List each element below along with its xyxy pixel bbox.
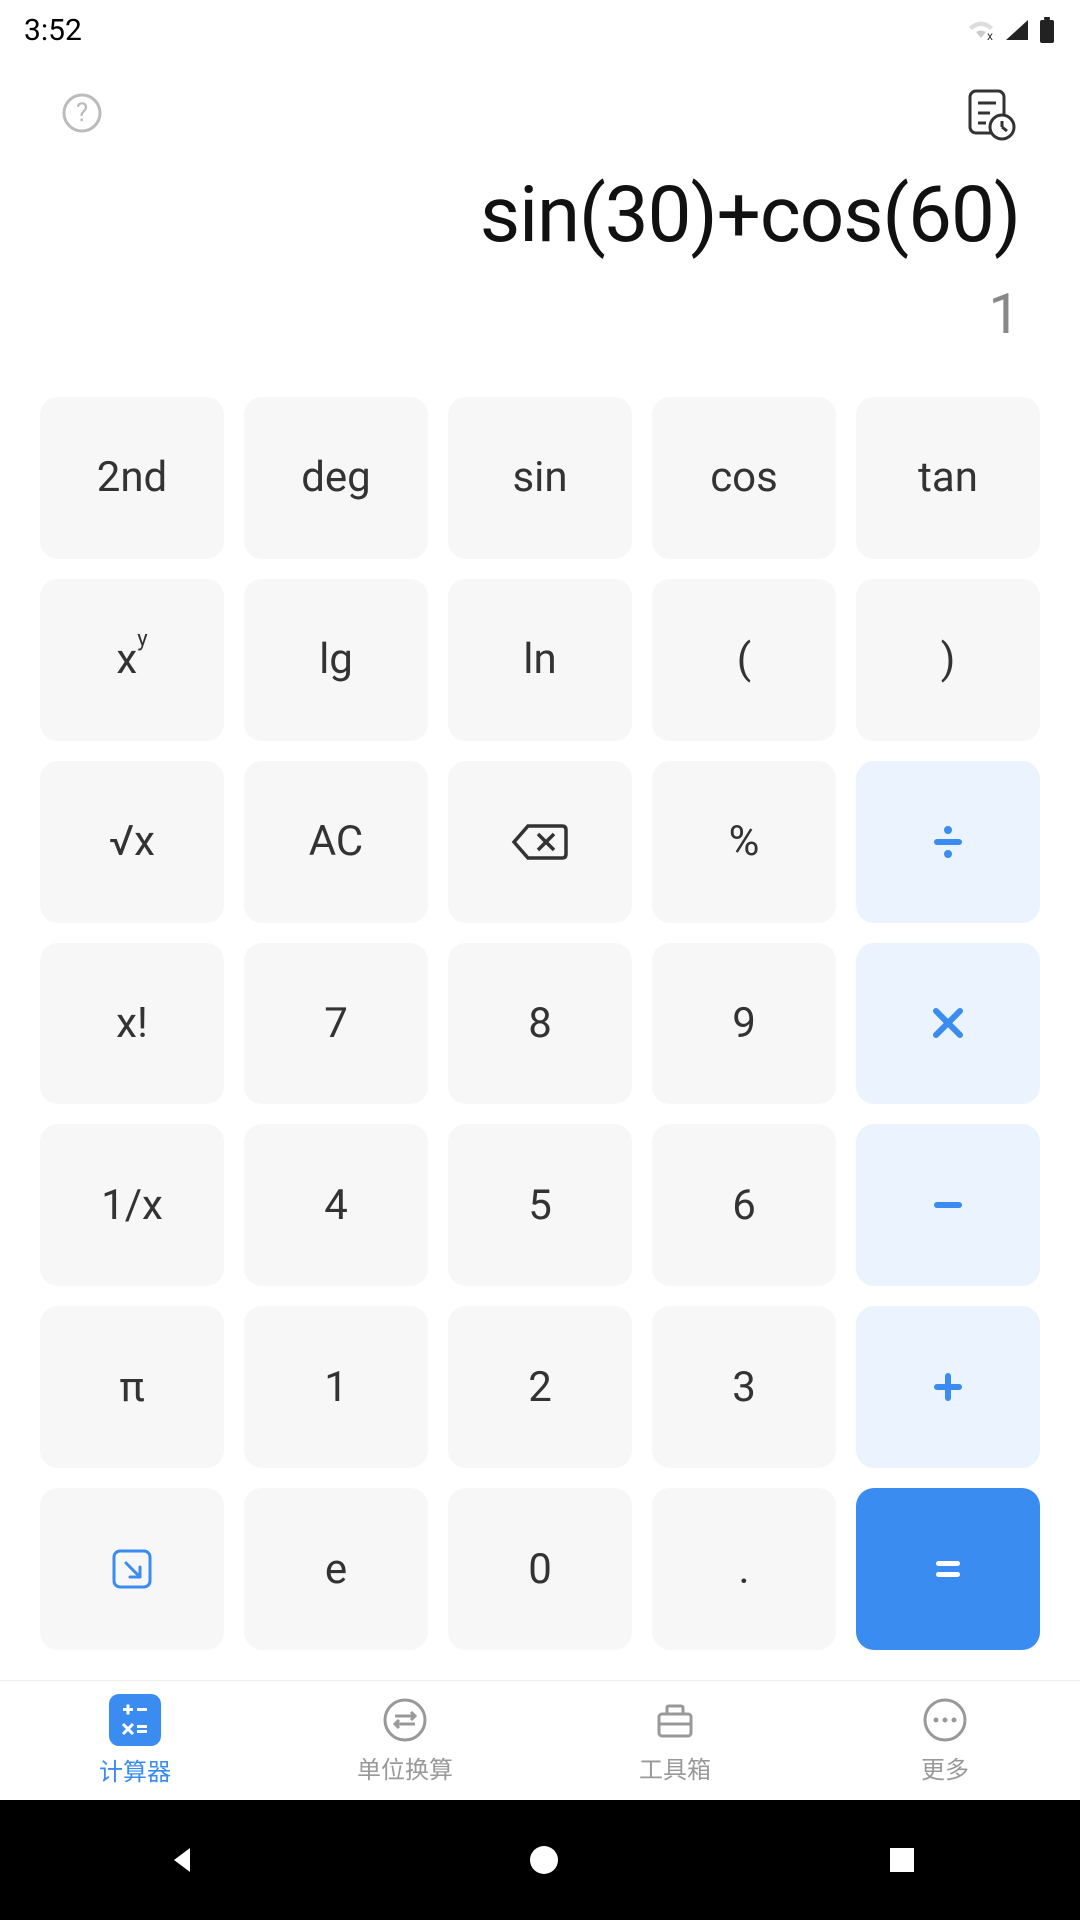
battery-icon — [1038, 16, 1056, 44]
nav-label: 工具箱 — [639, 1750, 711, 1785]
bottom-nav: 计算器 单位换算 工具箱 更多 — [0, 1680, 1080, 1800]
key-tan[interactable]: tan — [856, 397, 1040, 559]
history-button[interactable] — [960, 83, 1020, 147]
minus-icon — [930, 1187, 966, 1223]
key-reciprocal[interactable]: 1/x — [40, 1124, 224, 1286]
history-icon — [960, 83, 1020, 143]
nav-label: 计算器 — [99, 1752, 171, 1787]
collapse-icon — [108, 1545, 156, 1593]
backspace-icon — [510, 820, 570, 864]
key-divide[interactable] — [856, 761, 1040, 923]
back-button[interactable] — [162, 1840, 202, 1880]
nav-calculator[interactable]: 计算器 — [0, 1681, 270, 1800]
nav-toolbox[interactable]: 工具箱 — [540, 1681, 810, 1800]
home-button[interactable] — [526, 1842, 562, 1878]
display: sin(30)+cos(60) 1 — [0, 170, 1080, 377]
more-icon — [921, 1696, 969, 1744]
nav-more[interactable]: 更多 — [810, 1681, 1080, 1800]
svg-text:x: x — [987, 29, 993, 42]
key-2nd[interactable]: 2nd — [40, 397, 224, 559]
status-bar: 3:52 x — [0, 0, 1080, 60]
key-collapse[interactable] — [40, 1488, 224, 1650]
help-button[interactable]: ? — [60, 91, 104, 139]
help-icon: ? — [60, 91, 104, 135]
key-lg[interactable]: lg — [244, 579, 428, 741]
multiply-icon — [930, 1005, 966, 1041]
square-recent-icon — [886, 1844, 918, 1876]
circle-home-icon — [526, 1842, 562, 1878]
svg-text:?: ? — [76, 98, 88, 128]
key-dot[interactable]: . — [652, 1488, 836, 1650]
wifi-off-icon: x — [966, 18, 996, 42]
key-cos[interactable]: cos — [652, 397, 836, 559]
key-4[interactable]: 4 — [244, 1124, 428, 1286]
key-5[interactable]: 5 — [448, 1124, 632, 1286]
key-power[interactable]: xy — [40, 579, 224, 741]
key-e[interactable]: e — [244, 1488, 428, 1650]
keypad: 2nd deg sin cos tan xy lg ln ( ) √x AC %… — [0, 377, 1080, 1680]
key-2[interactable]: 2 — [448, 1306, 632, 1468]
key-9[interactable]: 9 — [652, 943, 836, 1105]
nav-unit[interactable]: 单位换算 — [270, 1681, 540, 1800]
key-backspace[interactable] — [448, 761, 632, 923]
key-sqrt[interactable]: √x — [40, 761, 224, 923]
key-7[interactable]: 7 — [244, 943, 428, 1105]
key-paren-right[interactable]: ) — [856, 579, 1040, 741]
toolbox-icon — [651, 1696, 699, 1744]
nav-label: 更多 — [921, 1750, 969, 1785]
triangle-back-icon — [162, 1840, 202, 1880]
equals-icon — [930, 1551, 966, 1587]
key-equals[interactable] — [856, 1488, 1040, 1650]
system-nav — [0, 1800, 1080, 1920]
key-multiply[interactable] — [856, 943, 1040, 1105]
key-factorial[interactable]: x! — [40, 943, 224, 1105]
status-time: 3:52 — [24, 13, 82, 48]
key-6[interactable]: 6 — [652, 1124, 836, 1286]
key-ln[interactable]: ln — [448, 579, 632, 741]
key-1[interactable]: 1 — [244, 1306, 428, 1468]
key-3[interactable]: 3 — [652, 1306, 836, 1468]
divide-icon — [928, 822, 968, 862]
key-paren-left[interactable]: ( — [652, 579, 836, 741]
key-0[interactable]: 0 — [448, 1488, 632, 1650]
key-plus[interactable] — [856, 1306, 1040, 1468]
signal-icon — [1004, 18, 1030, 42]
key-8[interactable]: 8 — [448, 943, 632, 1105]
key-deg[interactable]: deg — [244, 397, 428, 559]
key-pi[interactable]: π — [40, 1306, 224, 1468]
recent-button[interactable] — [886, 1844, 918, 1876]
convert-icon — [381, 1696, 429, 1744]
expression: sin(30)+cos(60) — [60, 170, 1020, 261]
plus-icon — [930, 1369, 966, 1405]
key-minus[interactable] — [856, 1124, 1040, 1286]
calculator-icon — [109, 1694, 161, 1746]
top-bar: ? — [0, 60, 1080, 170]
key-sin[interactable]: sin — [448, 397, 632, 559]
result: 1 — [60, 281, 1020, 347]
nav-label: 单位换算 — [357, 1750, 453, 1785]
key-percent[interactable]: % — [652, 761, 836, 923]
status-icons: x — [966, 16, 1056, 44]
key-ac[interactable]: AC — [244, 761, 428, 923]
